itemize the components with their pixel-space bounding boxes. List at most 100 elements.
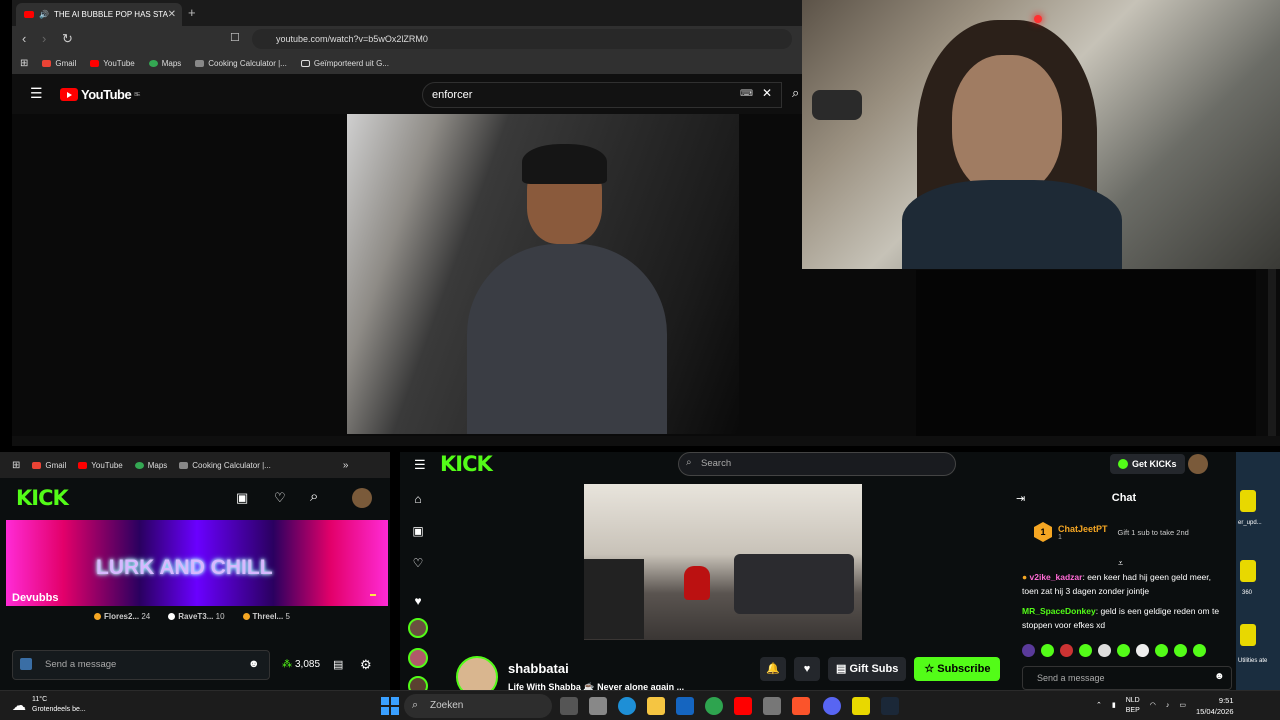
channel-banner[interactable]: LURK AND CHILL Devubbs	[6, 520, 388, 606]
search-icon[interactable]: ⌕	[310, 488, 318, 505]
weather-widget[interactable]: ☁ 11°C Grotendeels be...	[12, 695, 86, 715]
emote-icon[interactable]	[1041, 644, 1054, 657]
youtube-logo[interactable]: YouTube BE	[60, 87, 140, 102]
more-bookmarks-icon[interactable]: »	[343, 460, 349, 471]
forward-button[interactable]: ›	[42, 31, 46, 46]
following-heart-icon[interactable]: ♡	[410, 556, 426, 572]
chat-message-input[interactable]: Send a message	[12, 650, 270, 680]
windows-start-icon[interactable]	[381, 697, 399, 715]
bookmark-cooking-calculator[interactable]: Cooking Calculator |...	[195, 59, 287, 68]
edge-icon[interactable]	[618, 697, 636, 715]
tray-overflow-icon[interactable]: ⌃	[1096, 701, 1102, 711]
notification-bell-button[interactable]: 🔔	[760, 657, 786, 681]
desktop-shortcut-icon[interactable]	[1240, 490, 1256, 512]
emote-icon[interactable]	[1117, 644, 1130, 657]
sidebar-channel-avatar[interactable]	[408, 618, 428, 638]
bookmark-folder-imported[interactable]: Geïmporteerd uit G...	[300, 59, 389, 68]
youtube-search-input[interactable]: enforcer	[422, 82, 782, 108]
kick-logo[interactable]: KICK	[440, 452, 493, 476]
points-display[interactable]: ⁂ 3,085	[282, 659, 320, 670]
language-indicator[interactable]: NLD BEP	[1126, 696, 1140, 716]
calculator-app-icon[interactable]	[763, 697, 781, 715]
home-icon[interactable]: ⌂	[410, 492, 426, 508]
emote-icon[interactable]	[1136, 644, 1149, 657]
kick-search-input[interactable]: Search	[678, 452, 956, 476]
rank-badge-icon: 1	[1034, 522, 1052, 542]
new-tab-button[interactable]: +	[188, 5, 196, 20]
emote-icon[interactable]	[1060, 644, 1073, 657]
outlook-icon[interactable]	[676, 697, 694, 715]
channel-name[interactable]: shabbatai	[508, 661, 684, 676]
viewer-entry[interactable]: RaveT3... 10	[168, 612, 225, 621]
kick-video-player[interactable]	[584, 484, 862, 640]
browse-icon[interactable]: ▣	[410, 524, 426, 540]
favorites-heart-icon[interactable]: ♥	[410, 594, 426, 610]
avatar[interactable]	[1188, 454, 1208, 474]
avatar[interactable]	[352, 488, 372, 508]
address-bar[interactable]: youtube.com/watch?v=b5wOx2lZRM0	[252, 29, 792, 49]
back-button[interactable]: ‹	[22, 31, 26, 46]
following-icon[interactable]: ▣	[236, 490, 248, 506]
task-view-icon[interactable]	[560, 697, 578, 715]
desktop-shortcut-icon[interactable]	[1240, 624, 1256, 646]
kick-logo[interactable]: KICK	[16, 486, 69, 510]
emote-icon[interactable]	[1022, 644, 1035, 657]
bookmark-youtube[interactable]: YouTube	[78, 461, 123, 470]
subscribe-button[interactable]: ☆ Subscribe	[914, 657, 1001, 681]
sidebar-channel-avatar[interactable]	[408, 648, 428, 668]
bookmark-maps[interactable]: Maps	[134, 461, 167, 470]
heart-icon[interactable]: ♡	[274, 490, 286, 506]
settings-gear-icon[interactable]: ⚙	[360, 657, 372, 673]
viewer-entry[interactable]: Threel... 5	[242, 612, 290, 621]
reload-button[interactable]: ↻	[62, 31, 73, 47]
battery-icon[interactable]: ▭	[1179, 701, 1186, 711]
emote-icon[interactable]	[1098, 644, 1111, 657]
emote-icon[interactable]	[1193, 644, 1206, 657]
apps-grid-icon[interactable]: ⊞	[12, 460, 20, 471]
brave-icon[interactable]	[792, 697, 810, 715]
wifi-icon[interactable]: ◠	[1150, 701, 1156, 711]
apps-grid-icon[interactable]: ⊞	[20, 58, 28, 69]
emoji-icon[interactable]: ☻	[248, 658, 260, 670]
emote-icon[interactable]	[1174, 644, 1187, 657]
search-icon[interactable]: ⌕	[792, 85, 799, 101]
tray-app-icon[interactable]: ▮	[1112, 701, 1116, 711]
bookmark-maps[interactable]: Maps	[148, 59, 181, 68]
kick-topbar: ☰ KICK Search ⌕ Get KICKs	[400, 452, 1236, 478]
chrome-icon[interactable]	[705, 697, 723, 715]
notes-app-icon[interactable]	[852, 697, 870, 715]
bookmark-youtube[interactable]: YouTube	[90, 59, 135, 68]
menu-icon[interactable]: ☰	[30, 85, 43, 102]
taskbar-search-input[interactable]: Zoeken	[404, 694, 552, 718]
chat-input[interactable]: Send a message	[1022, 666, 1232, 690]
keyboard-icon[interactable]: ⌨	[740, 88, 753, 99]
menu-icon[interactable]: ☰	[414, 457, 426, 473]
close-tab-icon[interactable]: ✕	[168, 9, 176, 20]
desktop-shortcut-icon[interactable]	[1240, 560, 1256, 582]
chat-title: Chat	[1111, 492, 1137, 504]
gift-subs-button[interactable]: ▤ Gift Subs	[828, 657, 907, 681]
get-kicks-button[interactable]: Get KICKs	[1110, 454, 1185, 474]
emoji-icon[interactable]: ☻	[1214, 671, 1225, 682]
clear-search-icon[interactable]: ✕	[762, 86, 772, 100]
pinned-gifter[interactable]: 1 ChatJeetPT 1 Gift 1 sub to take 2nd	[1034, 522, 1189, 542]
bookmark-star-icon[interactable]: ☐	[230, 31, 240, 44]
steam-icon[interactable]	[881, 697, 899, 715]
tab-youtube[interactable]: 🔊 THE AI BUBBLE POP HAS STA ✕	[16, 3, 182, 26]
discord-icon[interactable]	[823, 697, 841, 715]
bookmark-gmail[interactable]: Gmail	[32, 461, 66, 470]
viewer-entry[interactable]: Flores2... 24	[94, 612, 150, 621]
bookmark-cooking-calculator[interactable]: Cooking Calculator |...	[179, 461, 271, 470]
emote-icon[interactable]	[1079, 644, 1092, 657]
volume-icon[interactable]: ♪	[1166, 701, 1170, 711]
gift-icon[interactable]: ▤	[333, 658, 343, 671]
youtube-app-icon[interactable]	[734, 697, 752, 715]
kick-sidebar: ⌂ ▣ ♡ ♥	[400, 484, 436, 696]
follow-heart-button[interactable]: ♥	[794, 657, 820, 681]
scroll-down-icon[interactable]: ⩡	[1118, 558, 1123, 569]
bookmark-gmail[interactable]: Gmail	[42, 59, 76, 68]
emote-icon[interactable]	[1155, 644, 1168, 657]
store-icon[interactable]	[589, 697, 607, 715]
clock[interactable]: 9:51 15/04/2026	[1196, 695, 1234, 717]
file-explorer-icon[interactable]	[647, 697, 665, 715]
